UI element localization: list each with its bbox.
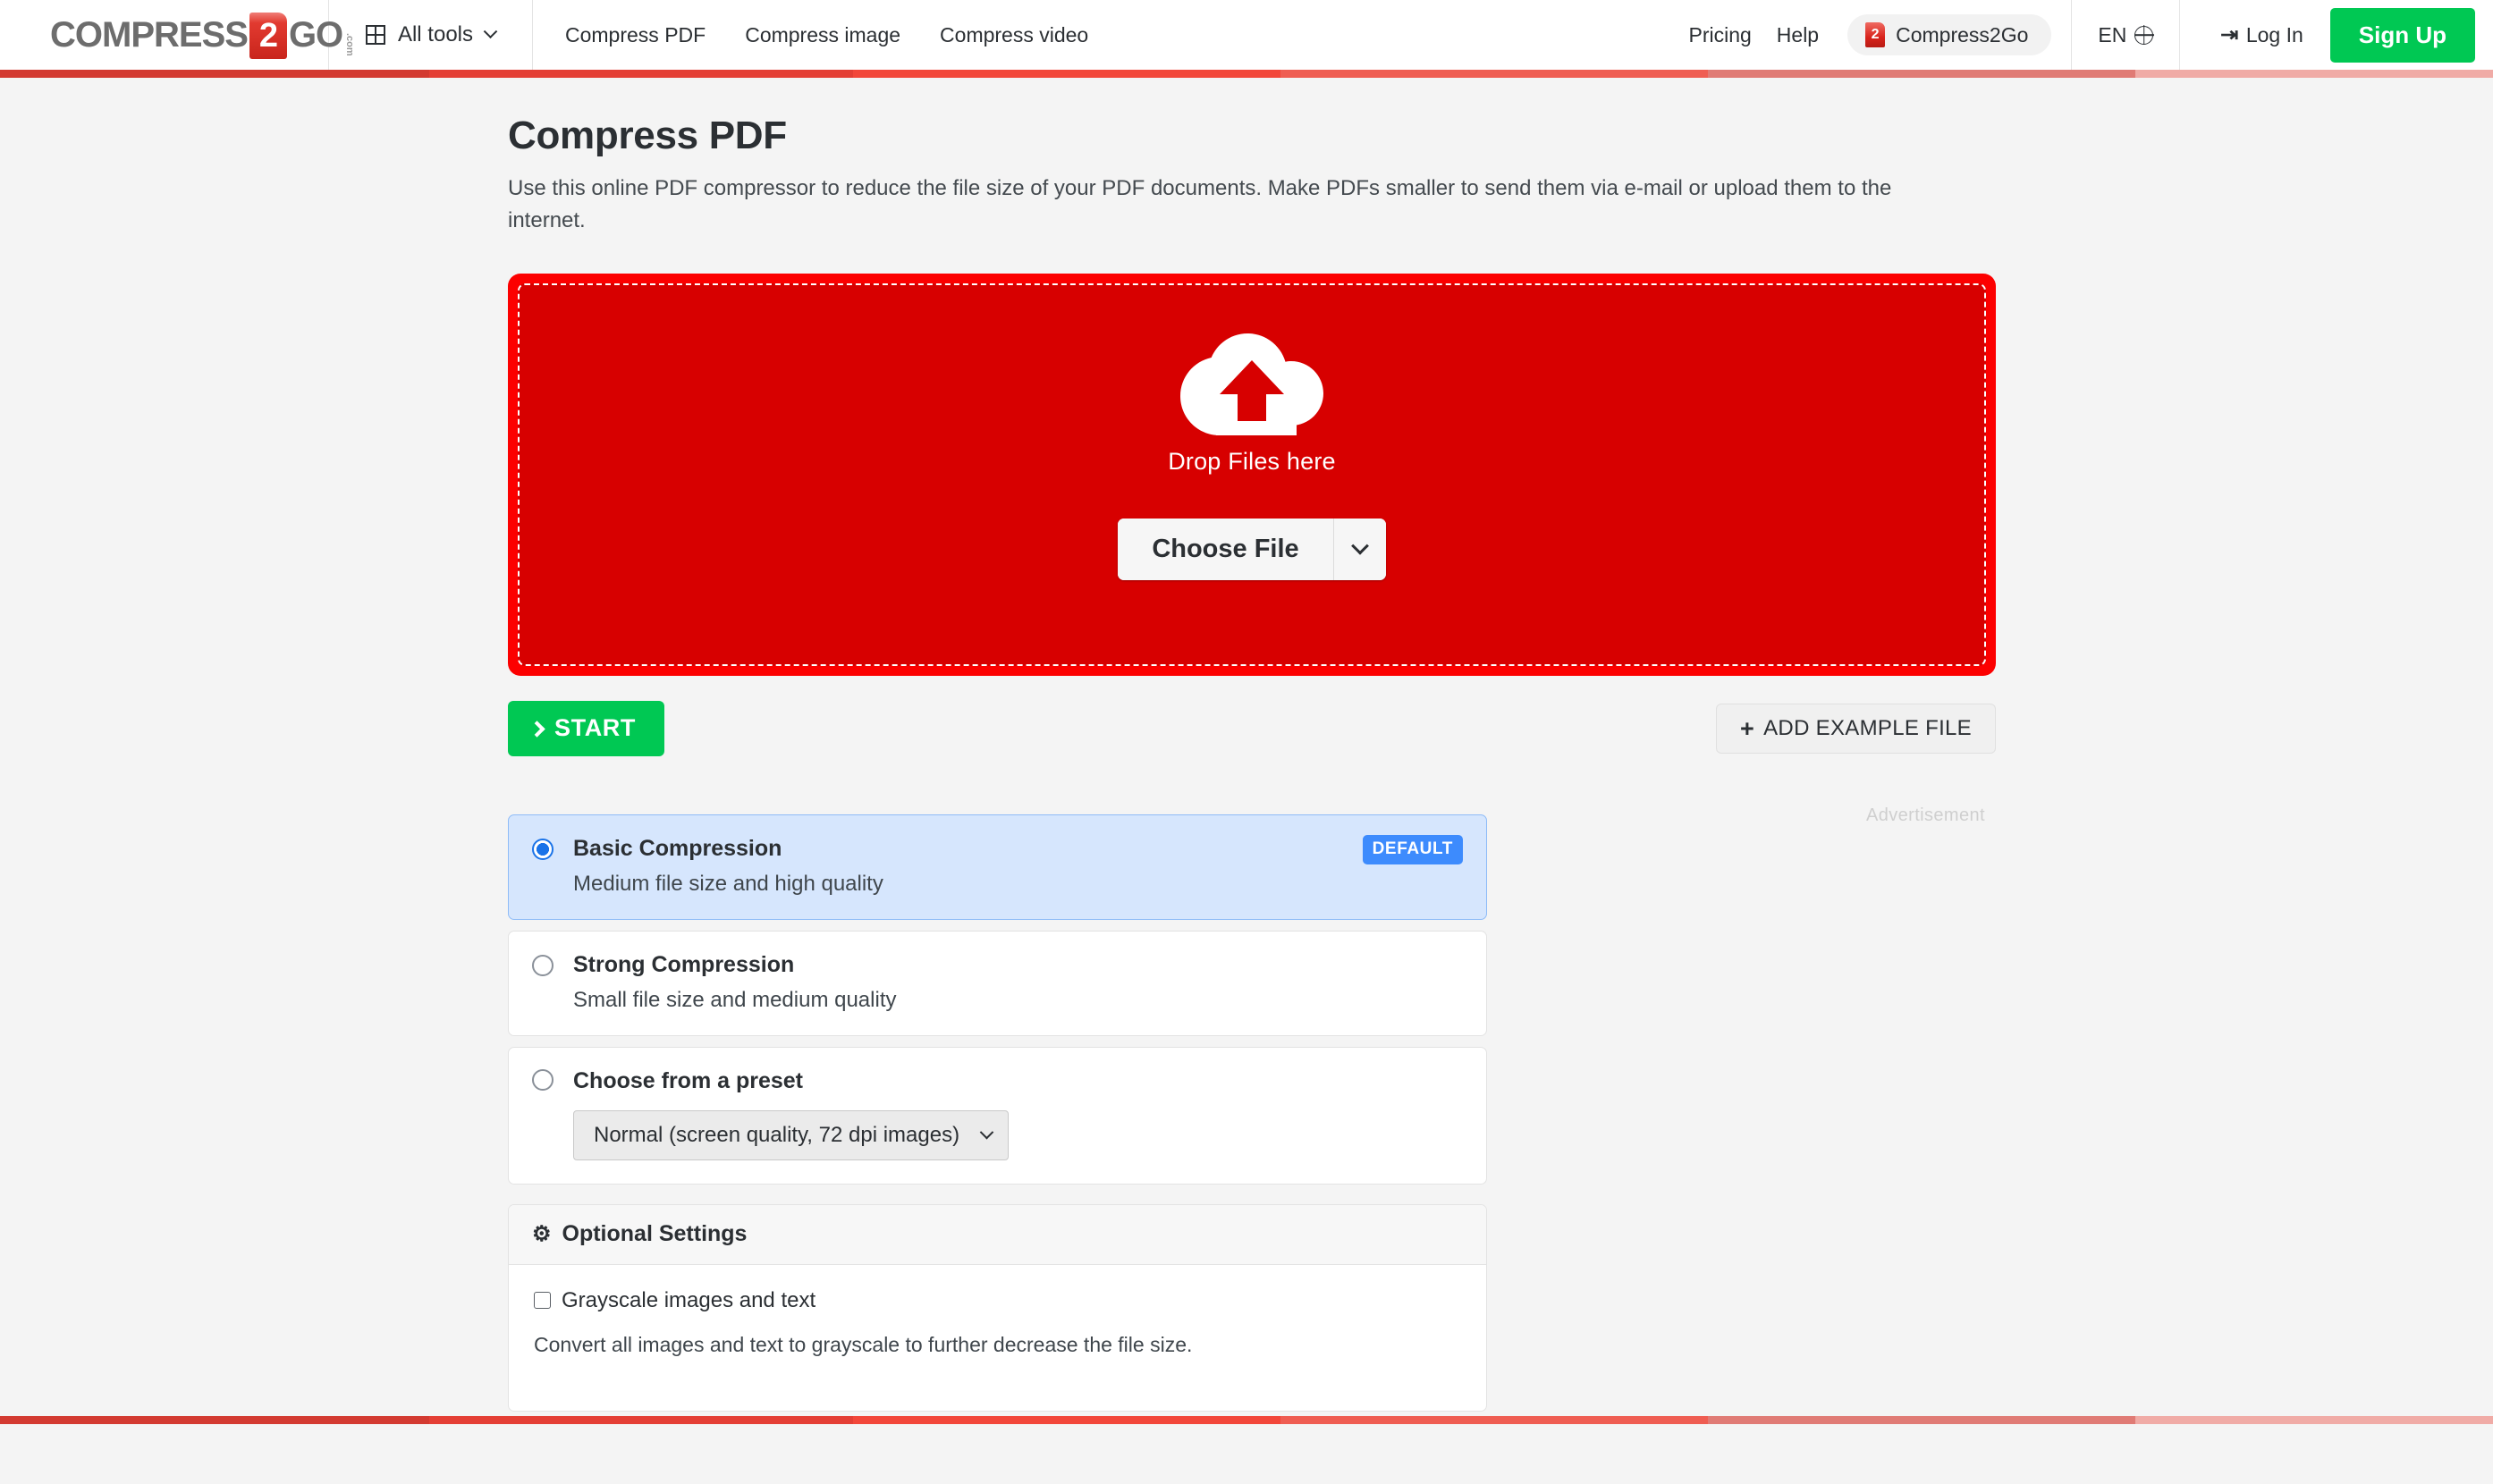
color-segment-6 — [2135, 70, 2493, 78]
globe-icon — [2134, 25, 2154, 45]
login-arrow-icon: ⇥ — [2220, 23, 2239, 46]
chevron-right-icon — [528, 721, 545, 738]
color-segment-1 — [0, 1416, 429, 1424]
nav-item-compress-pdf[interactable]: Compress PDF — [565, 23, 706, 47]
option-basic-text: Basic Compression Medium file size and h… — [573, 835, 883, 898]
grayscale-checkbox[interactable] — [534, 1292, 551, 1310]
page-body: Compress PDF Use this online PDF compres… — [0, 78, 2493, 1416]
language-label: EN — [2098, 22, 2127, 46]
color-segment-3 — [853, 70, 1280, 78]
radio-strong-compression[interactable] — [532, 954, 554, 976]
logo-cell[interactable]: COMPRESS 2 GO .com — [0, 0, 355, 70]
nav-item-pricing[interactable]: Pricing — [1688, 23, 1751, 47]
advertisement-label: Advertisement — [1865, 805, 1985, 825]
site-logo[interactable]: COMPRESS 2 GO .com — [50, 12, 355, 59]
option-basic-compression[interactable]: Basic Compression Medium file size and h… — [508, 814, 1487, 920]
page-description: Use this online PDF compressor to reduce… — [508, 176, 1892, 232]
language-selector[interactable]: EN — [2071, 0, 2181, 70]
optional-settings-header: ⚙ Optional Settings — [509, 1204, 1486, 1265]
grayscale-checkbox-label: Grayscale images and text — [562, 1287, 816, 1312]
preset-select-value: Normal (screen quality, 72 dpi images) — [594, 1122, 960, 1147]
option-preset-row: Choose from a preset — [532, 1067, 1463, 1094]
nav-item-compress-video[interactable]: Compress video — [940, 23, 1088, 47]
choose-file-dropdown-button[interactable] — [1333, 519, 1386, 580]
optional-settings-body: Grayscale images and text Convert all im… — [509, 1265, 1486, 1411]
nav-item-compress-image[interactable]: Compress image — [745, 23, 900, 47]
secondary-nav: Pricing Help 2 Compress2Go — [1688, 0, 2071, 70]
start-button-top[interactable]: START — [508, 701, 664, 756]
color-segment-1 — [0, 70, 429, 78]
content-container: Compress PDF Use this online PDF compres… — [495, 78, 1998, 1416]
option-strong-subtitle: Small file size and medium quality — [573, 987, 897, 1012]
color-segment-2 — [429, 1416, 853, 1424]
login-button[interactable]: ⇥ Log In — [2220, 22, 2303, 47]
top-color-bar — [0, 70, 2493, 78]
radio-preset[interactable] — [532, 1068, 554, 1091]
compress2go-badge-icon: 2 — [1865, 22, 1886, 47]
option-strong-text: Strong Compression Small file size and m… — [573, 951, 897, 1014]
signup-button[interactable]: Sign Up — [2329, 7, 2475, 63]
add-example-file-label: ADD EXAMPLE FILE — [1763, 716, 1972, 740]
chevron-down-icon — [979, 1125, 994, 1140]
gears-icon: ⚙ — [532, 1222, 552, 1247]
color-segment-2 — [429, 70, 853, 78]
option-strong-compression[interactable]: Strong Compression Small file size and m… — [508, 930, 1487, 1036]
grid-icon — [365, 25, 385, 45]
app-switcher-label: Compress2Go — [1896, 22, 2029, 46]
option-preset-text: Choose from a preset — [573, 1067, 803, 1094]
file-dropzone[interactable]: Drop Files here Choose File — [508, 274, 1996, 676]
page-title: Compress PDF — [508, 114, 787, 157]
grayscale-description: Convert all images and text to grayscale… — [534, 1332, 1193, 1356]
start-button-top-label: START — [554, 714, 636, 741]
option-preset-title: Choose from a preset — [573, 1067, 804, 1093]
action-row: START + ADD EXAMPLE FILE — [508, 701, 1996, 756]
primary-nav: Compress PDF Compress image Compress vid… — [533, 0, 1688, 70]
color-segment-5 — [1708, 70, 2135, 78]
login-label: Log In — [2245, 22, 2303, 46]
header-right: Pricing Help 2 Compress2Go EN ⇥ Log In S… — [1688, 0, 2493, 70]
option-basic-row: Basic Compression Medium file size and h… — [532, 835, 1463, 898]
compression-options: Basic Compression Medium file size and h… — [508, 814, 1487, 1416]
chevron-down-icon — [483, 23, 498, 38]
color-segment-4 — [1280, 70, 1708, 78]
option-preset[interactable]: Choose from a preset Normal (screen qual… — [508, 1046, 1487, 1185]
color-segment-6 — [2135, 1416, 2493, 1424]
radio-basic-compression[interactable] — [532, 839, 554, 860]
preset-select[interactable]: Normal (screen quality, 72 dpi images) — [573, 1109, 1009, 1160]
dropzone-wrapper: Drop Files here Choose File — [508, 274, 1998, 676]
dropzone-label: Drop Files here — [1168, 448, 1336, 475]
choose-file-control: Choose File — [1118, 519, 1386, 580]
cloud-upload-icon — [1180, 333, 1323, 435]
optional-settings-panel: ⚙ Optional Settings Grayscale images and… — [508, 1203, 1487, 1412]
option-basic-subtitle: Medium file size and high quality — [573, 872, 883, 896]
color-segment-4 — [1280, 1416, 1708, 1424]
add-example-file-button[interactable]: + ADD EXAMPLE FILE — [1716, 704, 1996, 754]
bottom-color-bar — [0, 1416, 2493, 1424]
chevron-down-icon — [1350, 536, 1369, 555]
plus-icon: + — [1740, 714, 1755, 742]
default-badge: DEFAULT — [1362, 835, 1463, 864]
site-header: COMPRESS 2 GO .com All tools Compress PD… — [0, 0, 2493, 70]
auth-actions: ⇥ Log In Sign Up — [2180, 0, 2493, 70]
app-switcher-pill[interactable]: 2 Compress2Go — [1847, 14, 2052, 55]
logo-text-left: COMPRESS — [50, 15, 249, 55]
option-strong-title: Strong Compression — [573, 951, 795, 977]
grayscale-checkbox-row[interactable]: Grayscale images and text — [534, 1288, 1463, 1313]
option-strong-row: Strong Compression Small file size and m… — [532, 951, 1463, 1014]
color-segment-3 — [853, 1416, 1280, 1424]
all-tools-label: All tools — [397, 22, 474, 46]
optional-settings-title: Optional Settings — [562, 1220, 748, 1246]
logo-badge: 2 — [249, 13, 287, 59]
option-basic-title: Basic Compression — [573, 836, 782, 861]
file-dropzone-inner[interactable]: Drop Files here Choose File — [518, 283, 1986, 666]
choose-file-button[interactable]: Choose File — [1118, 519, 1334, 580]
nav-item-help[interactable]: Help — [1777, 23, 1819, 47]
color-segment-5 — [1708, 1416, 2135, 1424]
all-tools-menu[interactable]: All tools — [329, 0, 533, 70]
